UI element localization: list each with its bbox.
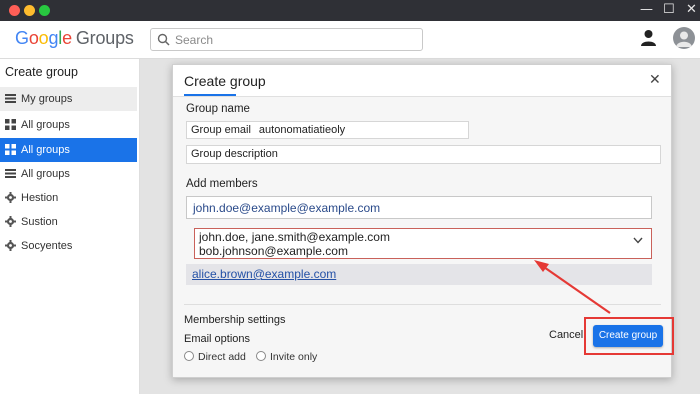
sidebar-title[interactable]: Create group bbox=[5, 65, 78, 79]
group-name-label: Group name bbox=[186, 103, 250, 115]
grid-icon bbox=[5, 144, 16, 155]
maximize-window-button[interactable] bbox=[39, 5, 50, 16]
sidebar-item-my-groups[interactable]: My groups bbox=[0, 87, 137, 111]
close-dialog-icon[interactable]: ✕ bbox=[649, 73, 661, 87]
title-underline bbox=[184, 94, 236, 96]
sidebar-item-all-groups[interactable]: All groups bbox=[0, 113, 137, 137]
dropdown-line: john.doe, jane.smith@example.com bbox=[199, 230, 390, 244]
suggestion-link[interactable]: alice.brown@example.com bbox=[192, 267, 336, 281]
sidebar-item-all-groups-active[interactable]: All groups bbox=[0, 138, 137, 162]
minimize-icon[interactable]: — bbox=[640, 2, 653, 17]
members-dropdown[interactable]: john.doe, jane.smith@example.com bob.joh… bbox=[194, 228, 652, 259]
gear-icon bbox=[5, 240, 16, 251]
member-email-input[interactable]: john.doe@example@example.com bbox=[186, 196, 652, 219]
avatar[interactable] bbox=[673, 27, 695, 49]
logo-letter: g bbox=[48, 28, 59, 48]
list-icon bbox=[5, 169, 16, 178]
sidebar-item-label: Socyentes bbox=[21, 240, 73, 252]
search-bar[interactable] bbox=[150, 28, 423, 51]
search-input[interactable] bbox=[175, 31, 415, 48]
membership-settings-label: Membership settings bbox=[184, 314, 286, 326]
highlight-box bbox=[584, 317, 674, 355]
group-description-placeholder: Group description bbox=[191, 148, 278, 160]
close-icon[interactable]: ✕ bbox=[686, 2, 697, 17]
sidebar-item-socyentes[interactable]: Socyentes bbox=[0, 234, 137, 258]
google-groups-logo[interactable]: Google Groups bbox=[15, 28, 134, 49]
sidebar-item-sustion[interactable]: Sustion bbox=[0, 210, 137, 234]
logo-letter: G bbox=[15, 28, 29, 48]
divider bbox=[184, 304, 661, 305]
radio-circle[interactable] bbox=[256, 351, 266, 361]
app-header: Google Groups bbox=[0, 21, 700, 59]
account-icon[interactable] bbox=[640, 29, 657, 47]
radio-direct-add[interactable]: Direct add bbox=[184, 351, 246, 363]
radio-circle[interactable] bbox=[184, 351, 194, 361]
window-titlebar: — ☐ ✕ bbox=[0, 0, 700, 21]
gear-icon bbox=[5, 192, 16, 203]
cancel-button[interactable]: Cancel bbox=[549, 329, 583, 341]
grid-icon bbox=[5, 119, 16, 130]
close-window-button[interactable] bbox=[9, 5, 20, 16]
dialog-title: Create group bbox=[184, 73, 266, 89]
sidebar-item-label: All groups bbox=[21, 144, 70, 156]
dialog-header: Create group ✕ bbox=[173, 65, 671, 97]
chevron-down-icon bbox=[633, 237, 643, 244]
gear-icon bbox=[5, 216, 16, 227]
group-email-key: Group email bbox=[191, 124, 251, 136]
search-icon bbox=[157, 33, 170, 46]
email-options-label: Email options bbox=[184, 333, 251, 345]
group-email-value: autonomatiatieoly bbox=[258, 124, 346, 136]
restore-icon[interactable]: ☐ bbox=[663, 2, 675, 17]
member-suggestion[interactable]: alice.brown@example.com bbox=[186, 264, 652, 285]
sidebar-item-label: All groups bbox=[21, 168, 70, 180]
minimize-window-button[interactable] bbox=[24, 5, 35, 16]
dropdown-line: bob.johnson@example.com bbox=[199, 244, 348, 258]
group-description-field[interactable]: Group description bbox=[186, 145, 661, 164]
list-icon bbox=[5, 94, 16, 103]
group-email-field[interactable]: Group email autonomatiatieoly bbox=[186, 121, 469, 139]
add-members-label: Add members bbox=[186, 178, 258, 190]
sidebar-item-hestion[interactable]: Hestion bbox=[0, 186, 137, 210]
radio-invite-only[interactable]: Invite only bbox=[256, 351, 317, 363]
sidebar-item-label: All groups bbox=[21, 119, 70, 131]
logo-letter: o bbox=[28, 28, 39, 48]
logo-letter: e bbox=[62, 28, 72, 48]
radio-label: Invite only bbox=[270, 351, 318, 363]
product-name: Groups bbox=[75, 28, 134, 48]
sidebar-item-all-groups-list[interactable]: All groups bbox=[0, 162, 137, 186]
sidebar-item-label: Sustion bbox=[21, 216, 58, 228]
radio-label: Direct add bbox=[198, 351, 246, 363]
logo-letter: o bbox=[38, 28, 49, 48]
sidebar-item-label: My groups bbox=[21, 93, 73, 105]
sidebar-item-label: Hestion bbox=[21, 192, 59, 204]
sidebar: Create group My groups All groups All gr… bbox=[0, 59, 140, 394]
